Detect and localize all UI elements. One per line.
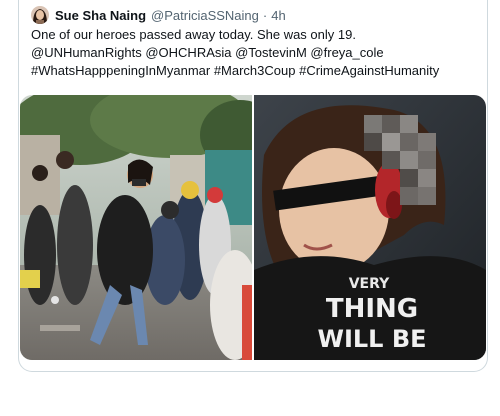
user-handle[interactable]: @PatriciaSSNaing — [151, 8, 259, 23]
avatar[interactable] — [31, 6, 49, 24]
avatar-icon — [31, 6, 49, 24]
protest-street-photo-icon — [20, 95, 252, 360]
timestamp[interactable]: 4h — [271, 8, 285, 23]
shirt-text-line-3: WILL BE — [317, 325, 426, 353]
media-photo-2[interactable]: VERY THING WILL BE — [254, 95, 486, 360]
shirt-text-line-1: VERY — [349, 276, 390, 292]
tweet-header: Sue Sha Naing @PatriciaSSNaing · 4h — [31, 4, 286, 26]
victim-photo-icon: VERY THING WILL BE — [254, 95, 486, 360]
tweet-text-line: #WhatsHapppeningInMyanmar #March3Coup #C… — [31, 63, 440, 78]
shirt-text-line-2: THING — [326, 294, 418, 324]
tweet-text-line: @UNHumanRights @OHCHRAsia @TostevinM @fr… — [31, 45, 384, 60]
media-photo-1[interactable] — [20, 95, 252, 360]
tweet-text: One of our heroes passed away today. She… — [31, 26, 483, 80]
separator-dot: · — [262, 7, 268, 23]
tweet-text-line: One of our heroes passed away today. She… — [31, 27, 356, 42]
media-grid: VERY THING WILL BE — [20, 95, 486, 360]
tweet-card[interactable]: Sue Sha Naing @PatriciaSSNaing · 4h One … — [18, 0, 488, 372]
display-name[interactable]: Sue Sha Naing — [55, 8, 146, 23]
